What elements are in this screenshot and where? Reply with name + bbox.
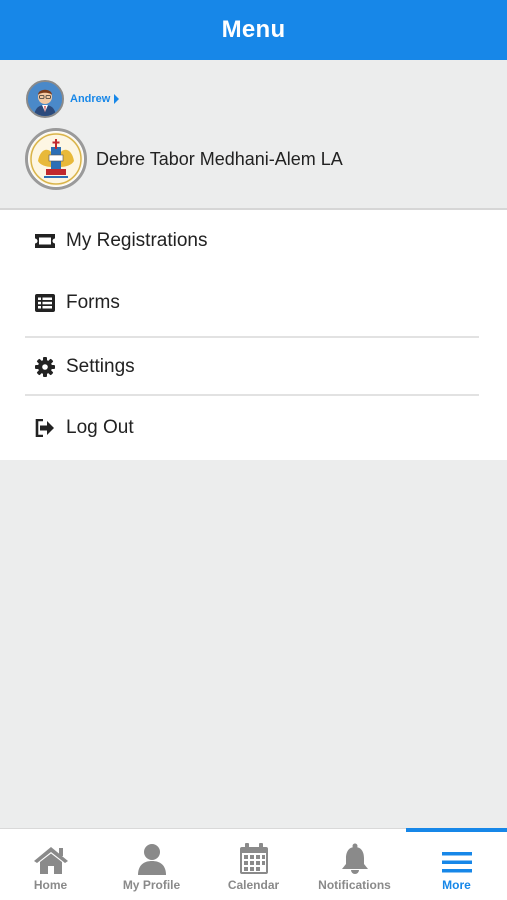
- bell-icon: [335, 841, 375, 875]
- user-avatar[interactable]: [26, 80, 64, 118]
- tab-notifications[interactable]: Notifications: [304, 829, 405, 900]
- menu-item-settings[interactable]: Settings: [25, 336, 479, 398]
- church-emblem-icon: [29, 132, 83, 186]
- profile-section: Andrew Debre Tabor Medhani-Alem LA: [0, 60, 507, 210]
- tab-more[interactable]: More: [406, 828, 507, 900]
- menu-item-label: Settings: [66, 356, 135, 377]
- tab-label: More: [442, 878, 471, 892]
- ticket-icon: [34, 230, 56, 252]
- tab-calendar[interactable]: Calendar: [203, 829, 304, 900]
- menu-item-my-registrations[interactable]: My Registrations: [25, 210, 479, 272]
- caret-right-icon: [114, 94, 120, 104]
- menu-item-forms[interactable]: Forms: [25, 272, 479, 334]
- tab-label: Notifications: [318, 878, 391, 892]
- tab-label: Home: [33, 878, 68, 892]
- menu-list: My Registrations Forms Settings Log Out: [0, 210, 507, 460]
- menu-item-log-out[interactable]: Log Out: [25, 397, 479, 459]
- menu-item-label: Forms: [66, 292, 120, 313]
- organization-logo: [25, 128, 87, 190]
- person-icon: [132, 841, 172, 875]
- menu-item-label: My Registrations: [66, 230, 208, 251]
- hamburger-icon: [437, 841, 477, 875]
- avatar-illustration: [28, 82, 62, 116]
- calendar-icon: [234, 841, 274, 875]
- user-switcher[interactable]: Andrew: [26, 80, 120, 118]
- home-icon: [31, 841, 71, 875]
- header-bar: Menu: [0, 0, 507, 60]
- tab-label: Calendar: [227, 878, 280, 892]
- page-title: Menu: [221, 16, 286, 43]
- list-icon: [34, 292, 56, 314]
- bottom-tab-bar: Home My Profile Calendar Notifications M…: [0, 828, 507, 900]
- organization-name: Debre Tabor Medhani-Alem LA: [96, 148, 343, 169]
- organization-row[interactable]: Debre Tabor Medhani-Alem LA: [25, 128, 343, 190]
- gear-icon: [34, 356, 56, 378]
- tab-home[interactable]: Home: [0, 829, 101, 900]
- tab-my-profile[interactable]: My Profile: [101, 829, 202, 900]
- logout-icon: [34, 417, 56, 439]
- tab-label: My Profile: [122, 878, 181, 892]
- menu-item-label: Log Out: [66, 417, 134, 438]
- user-name-link[interactable]: Andrew: [70, 93, 120, 105]
- user-name: Andrew: [70, 93, 111, 105]
- divider: [25, 394, 479, 396]
